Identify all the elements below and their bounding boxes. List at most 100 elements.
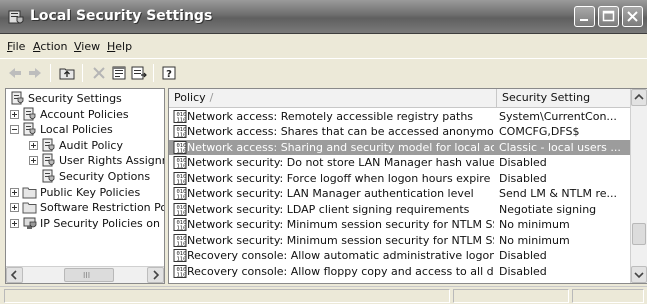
table-row[interactable]: 010 110 Network security: Force logoff whe… <box>169 171 631 186</box>
menu-file[interactable]: File <box>7 40 25 53</box>
up-folder-icon[interactable] <box>58 64 76 82</box>
svg-text:110: 110 <box>177 195 187 201</box>
title-bar[interactable]: Local Security Settings <box>0 0 647 34</box>
scroll-left-button[interactable] <box>6 267 23 283</box>
policy-icon <box>42 138 55 152</box>
chevron-left-icon <box>10 270 17 280</box>
forward-arrow-icon[interactable] <box>26 64 44 82</box>
tree-item-label: Security Options <box>59 170 151 183</box>
properties-icon[interactable] <box>110 64 128 82</box>
maximize-button[interactable] <box>598 6 619 27</box>
security-setting-cell: No minimum <box>499 218 570 232</box>
menu-help[interactable]: Help <box>107 40 132 53</box>
policy-setting-icon: 010110 <box>173 202 187 216</box>
svg-text:110: 110 <box>177 133 187 139</box>
policy-cell: Network security: Minimum session securi… <box>187 218 494 232</box>
table-row[interactable]: 010 110 Network access: Shares that can be… <box>169 124 631 139</box>
expand-icon[interactable] <box>10 109 19 119</box>
tree-item-label: IP Security Policies on Loca <box>40 216 164 230</box>
status-panel-3 <box>572 289 644 303</box>
svg-text:110: 110 <box>177 241 187 247</box>
table-row[interactable]: 010 110 Network security: Minimum session … <box>169 217 631 232</box>
scroll-thumb[interactable]: III <box>64 268 114 282</box>
security-setting-cell: Disabled <box>499 171 547 185</box>
menu-view[interactable]: View <box>74 40 100 53</box>
tree-item[interactable]: Audit Policy <box>6 138 164 153</box>
svg-text:110: 110 <box>177 118 187 124</box>
minimize-button[interactable] <box>574 6 595 27</box>
table-row[interactable]: 010 110 Recovery console: Allow automatic … <box>169 248 631 263</box>
ip-security-icon <box>23 217 37 229</box>
policy-cell: Network security: Minimum session securi… <box>187 233 494 247</box>
close-button[interactable] <box>622 6 643 27</box>
expand-icon[interactable] <box>10 203 19 213</box>
table-row[interactable]: 010 110 Network access: Remotely accessibl… <box>169 109 631 124</box>
collapse-icon[interactable] <box>10 125 19 135</box>
expand-icon[interactable] <box>10 218 19 228</box>
policy-cell: Network security: Force logoff when logo… <box>187 171 491 185</box>
svg-text:110: 110 <box>177 257 187 263</box>
scroll-grip: III <box>83 271 91 280</box>
policy-icon <box>42 169 55 183</box>
policy-icon <box>23 122 36 136</box>
minimize-icon <box>580 19 588 21</box>
svg-text:110: 110 <box>177 164 187 170</box>
window-title: Local Security Settings <box>30 8 213 24</box>
table-row[interactable]: 010 110 Network security: Minimum session … <box>169 233 631 248</box>
close-icon <box>627 11 638 22</box>
menu-bar: File Action View Help <box>0 34 647 58</box>
column-header-policy[interactable]: Policy / <box>169 89 497 108</box>
policy-setting-icon: 010110 <box>173 264 187 278</box>
policy-cell: Network security: LDAP client signing re… <box>187 202 470 216</box>
tree-item[interactable]: Account Policies <box>6 107 164 122</box>
back-arrow-icon[interactable] <box>6 64 24 82</box>
svg-text:?: ? <box>166 69 172 80</box>
table-row[interactable]: 010 110 Network access: Sharing and securi… <box>169 139 631 155</box>
security-setting-cell: System\CurrentCon... <box>499 110 617 123</box>
column-header-security-setting[interactable]: Security Setting <box>497 89 633 108</box>
policy-list[interactable]: Policy / Security Setting 010 110 Network a… <box>168 88 647 284</box>
policy-setting-icon: 010110 <box>173 140 187 154</box>
scroll-right-button[interactable] <box>147 267 164 283</box>
policy-cell: Network security: LAN Manager authentica… <box>187 187 474 201</box>
security-setting-cell: Negotiate signing <box>499 202 597 216</box>
tree-item-label: User Rights Assignmen <box>59 154 164 168</box>
tree-item-label: Public Key Policies <box>40 185 141 199</box>
expand-icon[interactable] <box>10 187 19 197</box>
scroll-down-button[interactable] <box>631 266 647 283</box>
console-tree[interactable]: Security Settings Account Policies Local P… <box>5 88 165 284</box>
tree-item[interactable]: Security Options <box>6 169 164 184</box>
svg-text:110: 110 <box>177 226 187 232</box>
tree-item[interactable]: Local Policies <box>6 122 164 137</box>
expand-icon[interactable] <box>29 140 38 150</box>
tree-item[interactable]: IP Security Policies on Loca <box>6 216 164 231</box>
table-row[interactable]: 010 110 Network security: LAN Manager auth… <box>169 186 631 201</box>
table-row[interactable]: 010 110 Recovery console: Allow floppy cop… <box>169 264 631 279</box>
security-setting-cell: No minimum <box>499 233 570 247</box>
tree-item[interactable]: User Rights Assignmen <box>6 153 164 168</box>
table-row[interactable]: 010 110 Network security: LDAP client sign… <box>169 202 631 217</box>
chevron-down-icon <box>634 272 644 279</box>
scroll-thumb[interactable] <box>632 223 646 245</box>
tree-item-label: Software Restriction Policie <box>40 201 164 215</box>
policy-cell: Network access: Sharing and security mod… <box>187 140 494 154</box>
tree-item[interactable]: Software Restriction Policie <box>6 200 164 215</box>
svg-text:110: 110 <box>177 179 187 185</box>
delete-icon[interactable] <box>90 64 108 82</box>
export-list-icon[interactable] <box>130 64 148 82</box>
expand-icon[interactable] <box>29 156 38 166</box>
toolbar-separator <box>153 64 154 82</box>
tree-horizontal-scrollbar[interactable]: III <box>6 266 164 283</box>
tree-item[interactable]: Public Key Policies <box>6 185 164 200</box>
menu-action[interactable]: Action <box>33 40 67 53</box>
scroll-up-button[interactable] <box>631 89 647 106</box>
list-vertical-scrollbar[interactable] <box>630 89 647 283</box>
tree-item[interactable]: Security Settings <box>6 91 164 106</box>
status-panel-main <box>4 289 450 303</box>
status-panel-2 <box>453 289 569 303</box>
help-icon[interactable]: ? <box>160 64 178 82</box>
policy-setting-icon: 010110 <box>173 187 187 201</box>
table-row[interactable]: 010 110 Network security: Do not store LAN… <box>169 155 631 170</box>
policy-setting-icon: 010110 <box>173 110 187 123</box>
security-setting-cell: Send LM & NTLM re... <box>499 187 617 201</box>
